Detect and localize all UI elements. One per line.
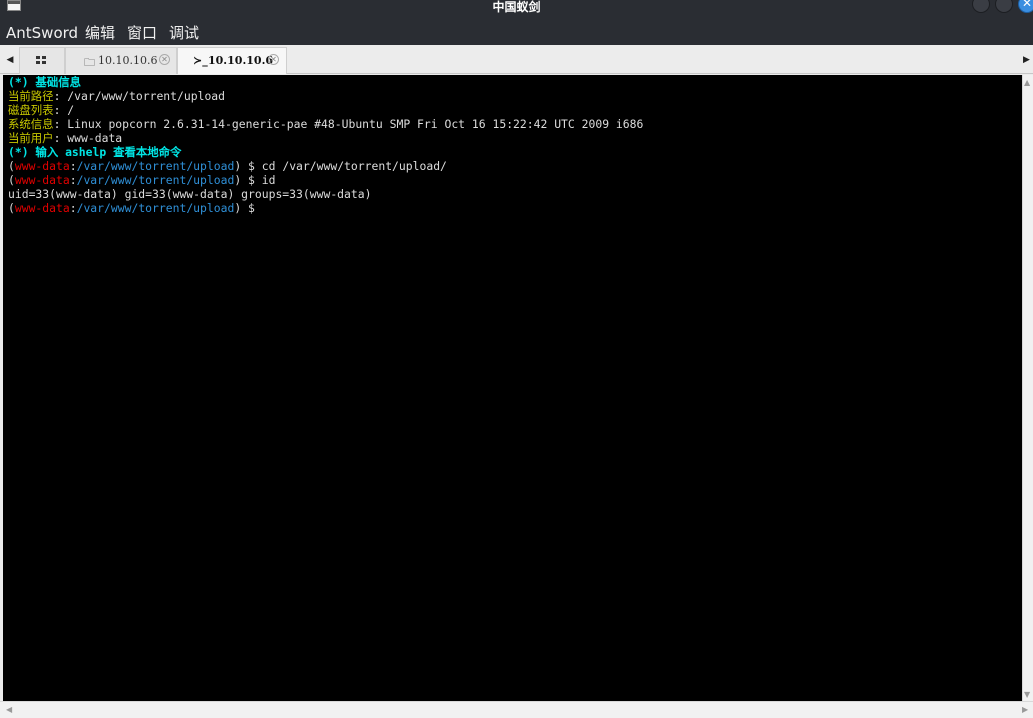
menu-edit[interactable]: 编辑 — [85, 23, 115, 43]
terminal-text-segment: 系统信息 — [8, 117, 54, 131]
tab-terminal-close-icon[interactable]: ✕ — [268, 54, 279, 65]
menu-debug[interactable]: 调试 — [169, 23, 199, 43]
window-titlebar: 中国蚁剑 ✕ — [0, 0, 1033, 20]
terminal-text-segment: (*) 基础信息 — [8, 75, 81, 89]
terminal-line: uid=33(www-data) gid=33(www-data) groups… — [8, 187, 371, 201]
terminal-text-segment: 当前用户 — [8, 131, 54, 145]
terminal-text-segment: ) $ id — [234, 173, 276, 187]
horizontal-scrollbar[interactable]: ◀ ▶ — [0, 701, 1033, 718]
terminal-line: (www-data:/var/www/torrent/upload) $ id — [8, 173, 275, 187]
terminal-text-segment: : — [69, 159, 77, 173]
terminal-text-segment: www-data — [14, 173, 70, 187]
terminal-text-segment: ) $ — [234, 201, 255, 215]
terminal-line: 系统信息: Linux popcorn 2.6.31-14-generic-pa… — [8, 117, 643, 131]
terminal-text-segment: 磁盘列表 — [8, 103, 54, 117]
terminal-text-segment: www-data — [14, 159, 70, 173]
tab-terminal-label: 10.10.10.6 — [208, 54, 274, 67]
tab-file-manager-close-icon[interactable]: ✕ — [159, 54, 170, 65]
terminal-line: 当前用户: www-data — [8, 131, 122, 145]
window-title: 中国蚁剑 — [492, 0, 541, 14]
menu-window[interactable]: 窗口 — [127, 23, 157, 43]
tab-file-manager[interactable]: 🗀 10.10.10.6 ✕ — [65, 47, 177, 74]
terminal-text-segment: : — [69, 201, 77, 215]
terminal-text-segment: : / — [53, 103, 75, 117]
terminal-text-segment: www-data — [14, 201, 70, 215]
terminal-icon: ≻_ — [193, 54, 208, 67]
terminal-text-segment: ( — [8, 159, 15, 173]
terminal-text-segment: /var/www/torrent/upload — [76, 201, 235, 215]
terminal-text-segment: /var/www/torrent/upload — [76, 173, 235, 187]
menu-bar: AntSword 编辑 窗口 调试 — [0, 20, 1033, 45]
folder-icon: 🗀 — [84, 56, 95, 69]
terminal-text-segment: : /var/www/torrent/upload — [53, 89, 226, 103]
terminal-line: (www-data:/var/www/torrent/upload) $ — [8, 201, 255, 215]
grid-icon — [36, 56, 47, 66]
tab-bar: ◀ 🗀 10.10.10.6 ✕ ≻_ 10.10.10.6 ✕ ▶ — [0, 45, 1033, 74]
terminal-text-segment: (*) 输入 ashelp 查看本地命令 — [8, 145, 182, 159]
terminal-line: 当前路径: /var/www/torrent/upload — [8, 89, 225, 103]
terminal-text-segment: : — [69, 173, 77, 187]
tab-terminal[interactable]: ≻_ 10.10.10.6 ✕ — [177, 47, 287, 74]
terminal-text-segment: uid=33(www-data) gid=33(www-data) groups… — [8, 187, 372, 201]
terminal-line: (*) 基础信息 — [8, 75, 81, 89]
tab-scroll-left-button[interactable]: ◀ — [1, 45, 19, 74]
terminal-text-segment: ) $ cd /var/www/torrent/upload/ — [234, 159, 447, 173]
scroll-up-icon[interactable]: ▲ — [1024, 78, 1030, 87]
terminal-line: 磁盘列表: / — [8, 103, 74, 117]
scroll-right-icon[interactable]: ▶ — [1022, 705, 1028, 714]
terminal-text-segment: ( — [8, 173, 15, 187]
tab-file-manager-label: 10.10.10.6 — [98, 54, 158, 67]
tab-home[interactable] — [19, 47, 65, 74]
terminal-line: (*) 输入 ashelp 查看本地命令 — [8, 145, 181, 159]
scroll-down-icon[interactable]: ▼ — [1024, 690, 1030, 699]
tab-scroll-right-button[interactable]: ▶ — [1020, 45, 1033, 74]
terminal-output[interactable]: (*) 基础信息 当前路径: /var/www/torrent/upload 磁盘列… — [3, 75, 1022, 701]
terminal-text-segment: : Linux popcorn 2.6.31-14-generic-pae #4… — [53, 117, 644, 131]
menu-antsword[interactable]: AntSword — [6, 23, 78, 43]
terminal-text-segment: : www-data — [53, 131, 123, 145]
vertical-scrollbar[interactable]: ▲ ▼ — [1022, 75, 1033, 701]
terminal-text-segment: 当前路径 — [8, 89, 54, 103]
terminal-text-segment: /var/www/torrent/upload — [76, 159, 235, 173]
scroll-left-icon[interactable]: ◀ — [6, 705, 12, 714]
terminal-line: (www-data:/var/www/torrent/upload) $ cd … — [8, 159, 447, 173]
terminal-text-segment: ( — [8, 201, 15, 215]
